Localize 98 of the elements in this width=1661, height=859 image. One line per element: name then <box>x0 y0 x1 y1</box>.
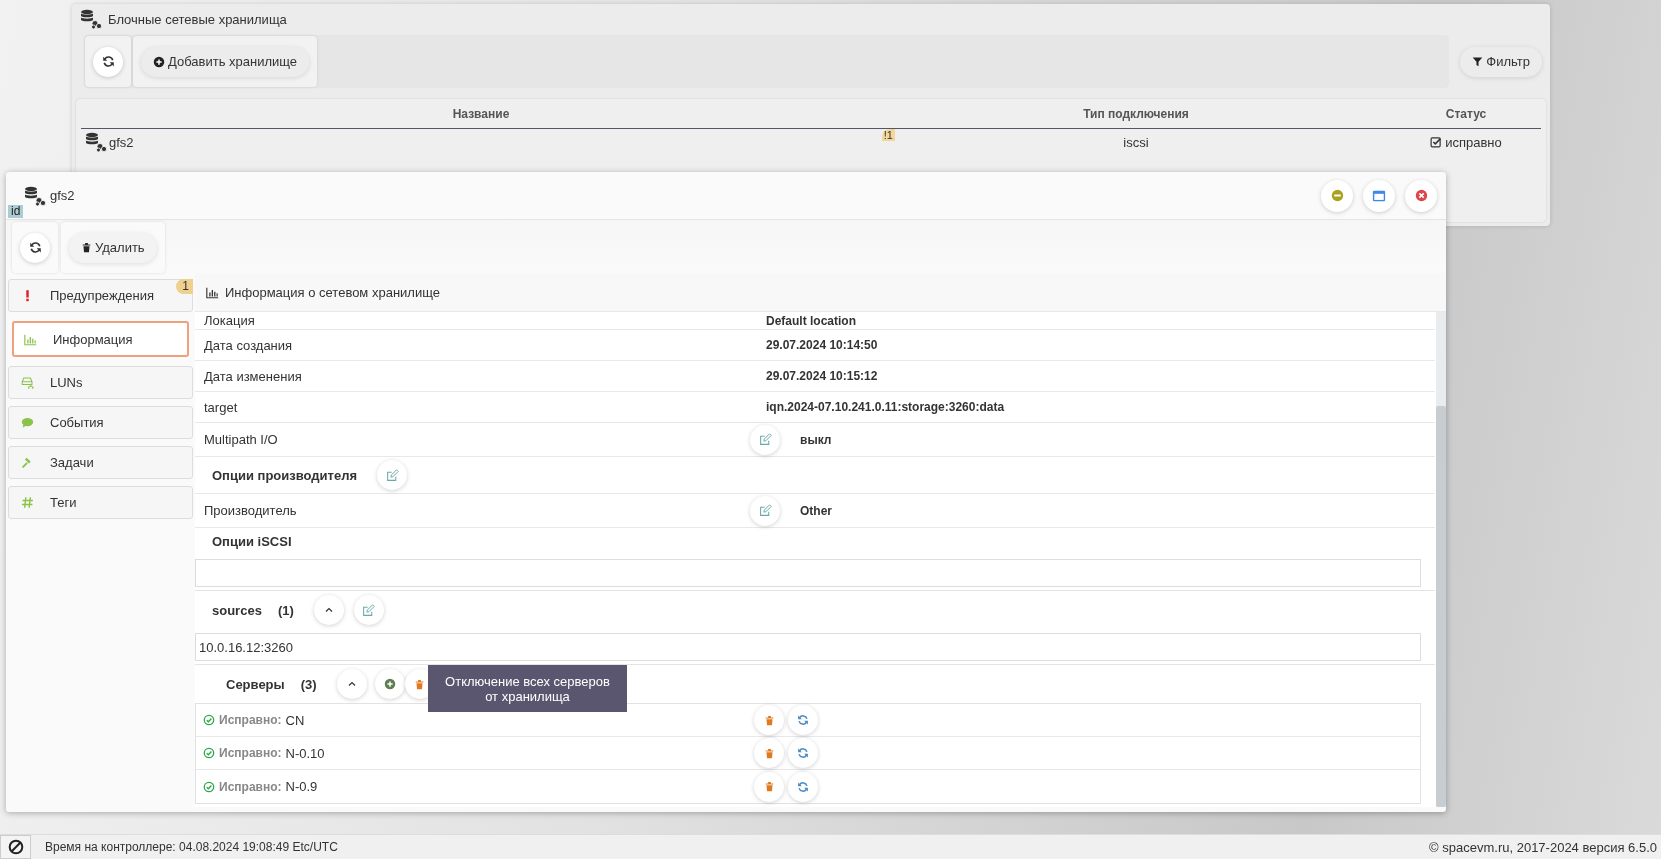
trash-icon <box>763 747 775 759</box>
filter-button[interactable]: Фильтр <box>1460 46 1542 77</box>
trash-icon <box>763 781 775 792</box>
add-icon <box>153 55 165 68</box>
column-header[interactable]: Тип подключения <box>1083 106 1189 121</box>
section-title: Опции производителя <box>212 467 357 483</box>
column-header[interactable]: Статус <box>1445 106 1487 121</box>
field-value: 29.07.2024 10:15:12 <box>766 369 878 383</box>
warning-badge: !1 <box>881 129 895 141</box>
refresh-button[interactable] <box>93 46 123 77</box>
delete-button[interactable]: Удалить <box>69 232 157 263</box>
count-badge: 1 <box>176 279 193 294</box>
edit-icon <box>758 433 772 446</box>
ban-icon <box>7 839 24 855</box>
edit-button[interactable] <box>353 595 384 625</box>
maximize-button[interactable] <box>1363 179 1395 212</box>
edit-icon <box>758 504 772 517</box>
sidebar-item[interactable]: События <box>8 406 193 439</box>
server-name: N-0.10 <box>285 745 325 761</box>
sidebar-item[interactable]: LUNs <box>8 366 193 399</box>
storage-name[interactable]: gfs2 <box>109 134 134 150</box>
bar-chart-icon <box>206 285 219 299</box>
window-title: Блочные сетевые хранилища <box>108 11 287 27</box>
column-header[interactable]: Название <box>452 106 510 121</box>
minimize-icon <box>1330 189 1344 202</box>
section-title: Опции iSCSI <box>212 534 292 549</box>
source-entry: 10.0.16.12:3260 <box>195 633 1421 661</box>
count-label: (1) <box>277 602 294 618</box>
drive-icon <box>21 376 34 389</box>
status-label: Исправно: <box>219 779 282 794</box>
scrollbar[interactable] <box>1436 312 1446 807</box>
field-label: target <box>203 399 239 415</box>
controller-time: Время на контроллере: 04.08.2024 19:08:49 Etc/UTC <box>45 840 338 854</box>
sidebar-item[interactable]: Задачи <box>8 446 193 479</box>
filter-icon <box>1472 56 1484 67</box>
sidebar-item[interactable]: Информация <box>12 321 189 357</box>
delete-button[interactable] <box>754 705 784 735</box>
edit-button[interactable] <box>750 495 780 526</box>
refresh-icon <box>28 241 42 254</box>
minimize-button[interactable] <box>1321 179 1353 212</box>
delete-button[interactable] <box>754 771 784 802</box>
status-label: Исправно: <box>219 713 282 727</box>
delete-button[interactable] <box>754 738 784 768</box>
status-text: исправно <box>1445 134 1502 150</box>
close-icon <box>1414 189 1428 202</box>
trash-icon <box>414 678 426 690</box>
trash-icon <box>763 714 775 726</box>
field-value: Other <box>800 503 832 518</box>
edit-button[interactable] <box>377 460 407 490</box>
field-label: Дата изменения <box>203 368 303 384</box>
checkbox-icon <box>1430 136 1443 148</box>
server-name: N-0.9 <box>285 779 318 794</box>
storage-icon <box>85 132 107 152</box>
panel-title: Информация о сетевом хранилище <box>225 284 440 300</box>
check-circle-icon <box>203 714 215 726</box>
add-icon <box>383 678 396 690</box>
refresh-icon <box>797 780 809 793</box>
refresh-icon <box>797 747 809 759</box>
storage-icon <box>80 9 102 29</box>
speech-bubble-icon <box>21 416 34 429</box>
close-button[interactable] <box>1405 179 1437 212</box>
sidebar-item[interactable]: Теги <box>8 486 193 519</box>
bar-chart-icon <box>24 332 37 346</box>
tooltip-text: Отключение всех серверов от хранилища <box>444 673 611 704</box>
field-value: Default location <box>766 313 856 328</box>
block-button[interactable] <box>0 835 31 859</box>
window-title: gfs2 <box>50 188 75 203</box>
sidebar-item[interactable]: Предупреждения 1 <box>8 279 193 312</box>
add-storage-button[interactable]: Добавить хранилище <box>141 46 310 77</box>
copyright: © spacevm.ru, 2017-2024 версия 6.5.0 <box>1429 839 1657 855</box>
section-title: Серверы <box>226 676 285 692</box>
status-label: Исправно: <box>219 746 282 760</box>
field-value: iqn.2024-07.10.241.0.11:storage:3260:data <box>766 400 1005 414</box>
field-value: 29.07.2024 10:14:50 <box>766 338 878 352</box>
edit-icon <box>362 603 376 617</box>
field-label: Дата создания <box>203 337 294 353</box>
edit-button[interactable] <box>750 424 780 455</box>
edit-icon <box>385 468 399 482</box>
add-server-button[interactable] <box>374 669 405 699</box>
count-label: (3) <box>300 676 317 692</box>
id-tag: id <box>8 205 24 218</box>
field-label: Локация <box>203 313 256 328</box>
refresh-button[interactable] <box>20 232 50 263</box>
section-title: sources <box>212 602 262 618</box>
maximize-icon <box>1372 188 1386 203</box>
check-circle-icon <box>203 747 215 759</box>
hammer-icon <box>21 456 34 469</box>
refresh-icon <box>101 55 115 68</box>
field-label: Производитель <box>203 503 298 518</box>
trash-icon <box>81 242 92 253</box>
table-cell: iscsi <box>1123 134 1149 150</box>
check-circle-icon <box>203 780 215 793</box>
server-name: CN <box>285 712 305 728</box>
hashtag-icon <box>21 496 34 509</box>
field-label: Multipath I/O <box>203 432 279 447</box>
refresh-icon <box>797 714 809 726</box>
field-value: выкл <box>800 432 832 447</box>
storage-icon <box>24 185 46 206</box>
